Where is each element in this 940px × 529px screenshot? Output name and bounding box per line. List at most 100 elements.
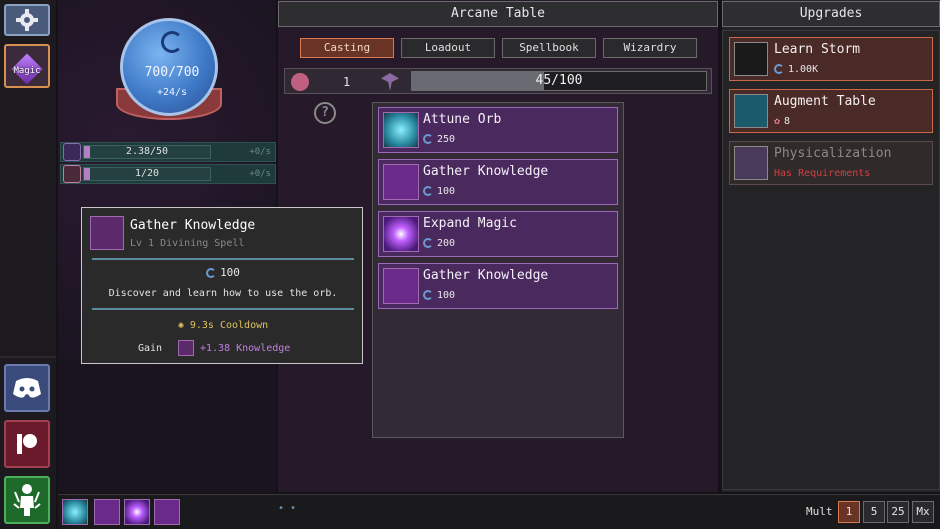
storm-rune-icon bbox=[734, 42, 768, 76]
mult-5-button[interactable]: 5 bbox=[863, 501, 885, 523]
character-button[interactable] bbox=[4, 476, 50, 524]
discord-icon bbox=[13, 378, 41, 398]
page-dots: • • bbox=[278, 503, 297, 514]
upgrades-list: Learn Storm 1.00K Augment Table ✿ 8 Physi… bbox=[722, 30, 940, 490]
tooltip-cooldown-text: 9.3s Cooldown bbox=[189, 320, 269, 331]
upgrade-augment-table[interactable]: Augment Table ✿ 8 bbox=[729, 89, 933, 133]
spell-list: Attune Orb 250 Gather Knowledge 100 Expa… bbox=[372, 102, 624, 438]
quickslot-knowledge-rune-icon[interactable] bbox=[94, 499, 120, 525]
spell-expand-magic[interactable]: Expand Magic 200 bbox=[378, 211, 618, 257]
essence-flower-icon bbox=[291, 73, 309, 91]
spell-name: Expand Magic bbox=[423, 216, 517, 231]
mult-label: Mult bbox=[806, 505, 833, 518]
spell-cost: 250 bbox=[423, 134, 455, 145]
mult-1-button[interactable]: 1 bbox=[838, 501, 860, 523]
upgrade-name: Augment Table bbox=[774, 94, 876, 109]
tab-wizardry[interactable]: Wizardry bbox=[603, 38, 697, 58]
gear-puzzle-icon bbox=[16, 9, 38, 31]
magic-tab-button[interactable]: Magic bbox=[4, 44, 50, 88]
tooltip-cost-value: 100 bbox=[220, 266, 240, 279]
mana-swirl-icon bbox=[423, 186, 433, 196]
tooltip-gain-label: Gain bbox=[138, 343, 163, 354]
tooltip-cost: 100 bbox=[82, 266, 364, 279]
essence-flower-icon: ✿ bbox=[774, 116, 781, 127]
mult-25-button[interactable]: 25 bbox=[887, 501, 909, 523]
quickslot-orb-burst-icon[interactable] bbox=[62, 499, 88, 525]
spell-cost-value: 100 bbox=[437, 186, 456, 197]
knowledge-bar-text: 2.38/50 bbox=[125, 146, 169, 157]
upgrades-title: Upgrades bbox=[722, 1, 940, 27]
essence-bar-text: 1/20 bbox=[134, 168, 160, 179]
discord-button[interactable] bbox=[4, 364, 50, 412]
tooltip-subtitle: Lv 1 Divining Spell bbox=[130, 238, 245, 249]
bottom-bar: • • Mult 1 5 25 Mx bbox=[58, 494, 940, 529]
knowledge-rune-icon bbox=[178, 340, 194, 356]
tab-loadout[interactable]: Loadout bbox=[401, 38, 495, 58]
upgrade-name: Learn Storm bbox=[774, 42, 861, 57]
tooltip-cooldown: ✺ 9.3s Cooldown bbox=[82, 320, 364, 331]
knowledge-rune-icon bbox=[383, 268, 419, 304]
sidebar-divider bbox=[0, 356, 56, 358]
upgrade-physicalization[interactable]: Physicalization Has Requirements bbox=[729, 141, 933, 185]
mana-orb[interactable]: 700/700 +24/s bbox=[120, 18, 218, 116]
mana-swirl-icon bbox=[161, 31, 183, 53]
essence-bar: 1/20 bbox=[83, 167, 211, 181]
quickslot-magic-star-icon[interactable] bbox=[124, 499, 150, 525]
magic-star-icon bbox=[383, 216, 419, 252]
tooltip-title: Gather Knowledge bbox=[130, 218, 256, 233]
panel-title: Arcane Table bbox=[278, 1, 718, 27]
essence-flower-icon bbox=[63, 165, 81, 183]
resource-row-knowledge: 2.38/50 +0/s bbox=[60, 142, 276, 162]
spell-gather-knowledge-2[interactable]: Gather Knowledge 100 bbox=[378, 263, 618, 309]
left-nav-column: Magic bbox=[0, 0, 56, 529]
patreon-button[interactable] bbox=[4, 420, 50, 468]
caduceus-icon bbox=[381, 73, 399, 91]
help-icon[interactable]: ? bbox=[314, 102, 336, 124]
upgrade-cost: ✿ 8 bbox=[774, 116, 790, 127]
knowledge-rune-icon bbox=[63, 143, 81, 161]
upgrade-learn-storm[interactable]: Learn Storm 1.00K bbox=[729, 37, 933, 81]
cast-count: 1 bbox=[343, 75, 351, 89]
cast-stat-row: 1 45/100 bbox=[284, 68, 712, 94]
spell-name: Gather Knowledge bbox=[423, 164, 549, 179]
mult-max-button[interactable]: Mx bbox=[912, 501, 934, 523]
spell-tooltip: Gather Knowledge Lv 1 Divining Spell 100… bbox=[81, 207, 363, 364]
tooltip-divider bbox=[92, 308, 354, 310]
tooltip-divider bbox=[92, 258, 354, 260]
cast-progress-text: 45/100 bbox=[535, 73, 583, 88]
spell-name: Attune Orb bbox=[423, 112, 502, 127]
spell-cost-value: 200 bbox=[437, 238, 456, 249]
knowledge-rate: +0/s bbox=[249, 147, 271, 157]
spell-cost: 100 bbox=[423, 186, 455, 197]
spell-cost: 200 bbox=[423, 238, 455, 249]
tab-spellbook[interactable]: Spellbook bbox=[502, 38, 596, 58]
mana-swirl-icon bbox=[423, 134, 433, 144]
spell-gather-knowledge[interactable]: Gather Knowledge 100 bbox=[378, 159, 618, 205]
spellbook-icon bbox=[734, 146, 768, 180]
table-tablet-icon bbox=[734, 94, 768, 128]
spell-attune-orb[interactable]: Attune Orb 250 bbox=[378, 107, 618, 153]
mana-swirl-icon bbox=[774, 64, 784, 74]
knowledge-rune-icon bbox=[90, 216, 124, 250]
spell-cost: 100 bbox=[423, 290, 455, 301]
spell-cost-value: 250 bbox=[437, 134, 456, 145]
mana-swirl-icon bbox=[423, 290, 433, 300]
settings-button[interactable] bbox=[4, 4, 50, 36]
upgrade-cost-value: 8 bbox=[784, 116, 791, 127]
mana-swirl-icon bbox=[206, 268, 217, 278]
knowledge-rune-icon bbox=[383, 164, 419, 200]
patreon-icon bbox=[17, 434, 37, 454]
knowledge-bar: 2.38/50 bbox=[83, 145, 211, 159]
quickslot-knowledge-rune-icon-2[interactable] bbox=[154, 499, 180, 525]
person-aura-icon bbox=[13, 484, 41, 516]
magic-tab-label: Magic bbox=[13, 66, 41, 76]
spell-cost-value: 100 bbox=[437, 290, 456, 301]
tab-casting[interactable]: Casting bbox=[300, 38, 394, 58]
mana-swirl-icon bbox=[423, 238, 433, 248]
sun-icon: ✺ bbox=[177, 320, 184, 331]
mana-rate: +24/s bbox=[156, 87, 188, 98]
upgrade-cost-value: 1.00K bbox=[788, 64, 819, 75]
tooltip-gain-value: +1.38 Knowledge bbox=[200, 343, 291, 354]
arcane-tabs: Casting Loadout Spellbook Wizardry bbox=[300, 38, 700, 58]
spell-name: Gather Knowledge bbox=[423, 268, 549, 283]
